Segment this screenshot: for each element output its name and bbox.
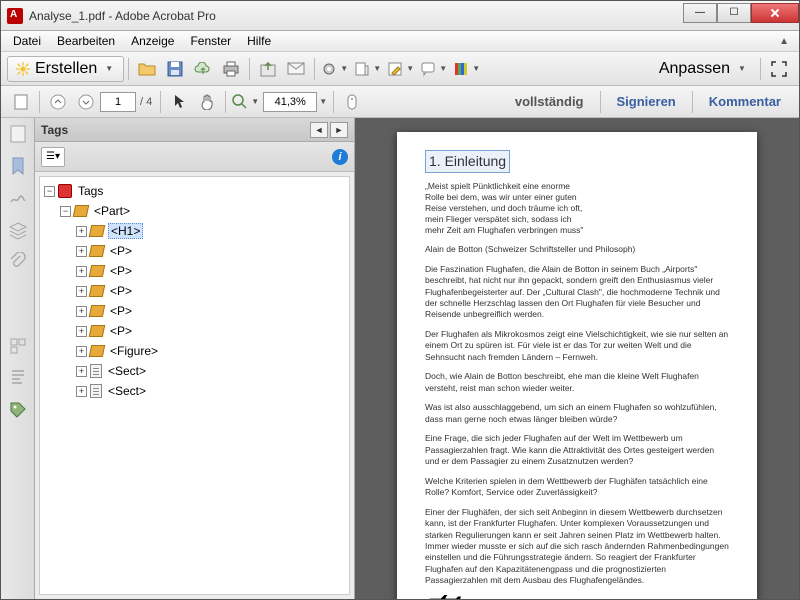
create-label: Erstellen — [35, 60, 97, 78]
bookmarks-icon[interactable] — [8, 156, 28, 176]
tree-part[interactable]: −<Part> — [42, 201, 347, 221]
tree-p[interactable]: +<P> — [42, 261, 347, 281]
fullscreen-button[interactable] — [766, 56, 792, 82]
sign-button[interactable]: Signieren — [605, 94, 688, 109]
doc-para: Einer der Flughäfen, der sich seit Anbeg… — [425, 507, 729, 587]
doc-para: Die Faszination Flughafen, die Alain de … — [425, 264, 729, 321]
tags-panel: Tags ◄ ► ☰▾ i −Tags −<Part> +<H1> +<P> +… — [35, 118, 355, 599]
tags-icon[interactable] — [8, 400, 28, 420]
export-button[interactable]: ▼ — [353, 56, 384, 82]
panel-header: Tags ◄ ► — [35, 118, 354, 142]
document-view[interactable]: 1. Einleitung „Meist spielt Pünktlichkei… — [355, 118, 799, 599]
sparkle-icon — [16, 62, 30, 76]
tree-p[interactable]: +<P> — [42, 321, 347, 341]
customize-label: Anpassen — [659, 60, 730, 78]
signatures-icon[interactable] — [8, 188, 28, 208]
doc-para: Der Flughafen als Mikrokosmos zeigt eine… — [425, 329, 729, 363]
page-total: 4 — [146, 96, 152, 108]
menu-datei[interactable]: Datei — [5, 32, 49, 50]
panel-options-button[interactable]: ☰▾ — [41, 147, 65, 167]
panel-prev-button[interactable]: ◄ — [310, 122, 328, 138]
page-input[interactable] — [100, 92, 136, 112]
edit-button[interactable]: ▼ — [386, 56, 417, 82]
page-thumb-button[interactable] — [8, 89, 34, 115]
page-up-button[interactable] — [45, 89, 71, 115]
minimize-button[interactable]: — — [683, 3, 717, 23]
panel-title: Tags — [41, 123, 68, 137]
pdf-page: 1. Einleitung „Meist spielt Pünktlichkei… — [397, 132, 757, 599]
page-down-button[interactable] — [73, 89, 99, 115]
doc-h1: 1. Einleitung — [425, 150, 510, 173]
doc-para: Welche Kriterien spielen in dem Wettbewe… — [425, 476, 729, 499]
app-icon — [7, 8, 23, 24]
comment-tool-button[interactable]: ▼ — [419, 56, 450, 82]
mail-button[interactable] — [283, 56, 309, 82]
cloud-button[interactable] — [190, 56, 216, 82]
save-button[interactable] — [162, 56, 188, 82]
panel-subbar: ☰▾ i — [35, 142, 354, 172]
doc-para: Was ist also ausschlaggebend, um sich an… — [425, 402, 729, 425]
panel-next-button[interactable]: ► — [330, 122, 348, 138]
airplane-icon — [425, 595, 461, 599]
print-button[interactable] — [218, 56, 244, 82]
layers-icon[interactable] — [8, 220, 28, 240]
titlebar: Analyse_1.pdf - Adobe Acrobat Pro — ☐ — [1, 1, 799, 31]
tree-figure[interactable]: +<Figure> — [42, 341, 347, 361]
share-button[interactable] — [255, 56, 281, 82]
attachments-icon[interactable] — [8, 252, 28, 272]
content-icon[interactable] — [8, 368, 28, 388]
order-icon[interactable] — [8, 336, 28, 356]
zoom-button[interactable]: ▼ — [231, 89, 262, 115]
create-button[interactable]: Erstellen ▼ — [7, 56, 124, 82]
doc-author: Alain de Botton (Schweizer Schriftstelle… — [425, 244, 729, 255]
menu-bearbeiten[interactable]: Bearbeiten — [49, 32, 123, 50]
chevron-down-icon: ▼ — [105, 64, 115, 73]
open-button[interactable] — [134, 56, 160, 82]
tree-p[interactable]: +<P> — [42, 301, 347, 321]
doc-para: Eine Frage, die sich jeder Flughafen auf… — [425, 433, 729, 467]
color-button[interactable]: ▼ — [452, 56, 483, 82]
doc-quote: „Meist spielt Pünktlichkeit eine enormeR… — [425, 181, 729, 236]
customize-button[interactable]: Anpassen▼ — [651, 56, 756, 82]
tree-p[interactable]: +<P> — [42, 281, 347, 301]
nav-toolbar: / 4 ▼ 41,3%▼ vollständig Signieren Komme… — [1, 86, 799, 118]
scroll-button[interactable] — [339, 89, 365, 115]
menu-anzeige[interactable]: Anzeige — [123, 32, 182, 50]
tree-root[interactable]: −Tags — [42, 181, 347, 201]
menubar: Datei Bearbeiten Anzeige Fenster Hilfe ▲ — [1, 31, 799, 52]
main-toolbar: Erstellen ▼ ▼ ▼ ▼ ▼ ▼ Anpassen▼ — [1, 52, 799, 86]
thumbnails-icon[interactable] — [8, 124, 28, 144]
window-title: Analyse_1.pdf - Adobe Acrobat Pro — [29, 9, 216, 23]
tags-tree[interactable]: −Tags −<Part> +<H1> +<P> +<P> +<P> +<P> … — [39, 176, 350, 595]
gear-button[interactable]: ▼ — [320, 56, 351, 82]
menu-fenster[interactable]: Fenster — [182, 32, 239, 50]
menubar-chevron-icon[interactable]: ▲ — [773, 36, 795, 47]
full-button[interactable]: vollständig — [503, 94, 596, 109]
select-tool[interactable] — [166, 89, 192, 115]
tree-sect[interactable]: +<Sect> — [42, 361, 347, 381]
side-strip: Tags: PDF-Strukturinformationen anzeigen… — [1, 118, 35, 599]
maximize-button[interactable]: ☐ — [717, 3, 751, 23]
tree-p[interactable]: +<P> — [42, 241, 347, 261]
doc-para: Doch, wie Alain de Botton beschreibt, eh… — [425, 371, 729, 394]
tree-sect[interactable]: +<Sect> — [42, 381, 347, 401]
tree-h1[interactable]: +<H1> — [42, 221, 347, 241]
close-button[interactable] — [751, 3, 799, 23]
info-icon[interactable]: i — [332, 149, 348, 165]
menu-hilfe[interactable]: Hilfe — [239, 32, 279, 50]
comment-button[interactable]: Kommentar — [697, 94, 793, 109]
hand-tool[interactable] — [194, 89, 220, 115]
zoom-value[interactable]: 41,3% — [263, 92, 317, 112]
